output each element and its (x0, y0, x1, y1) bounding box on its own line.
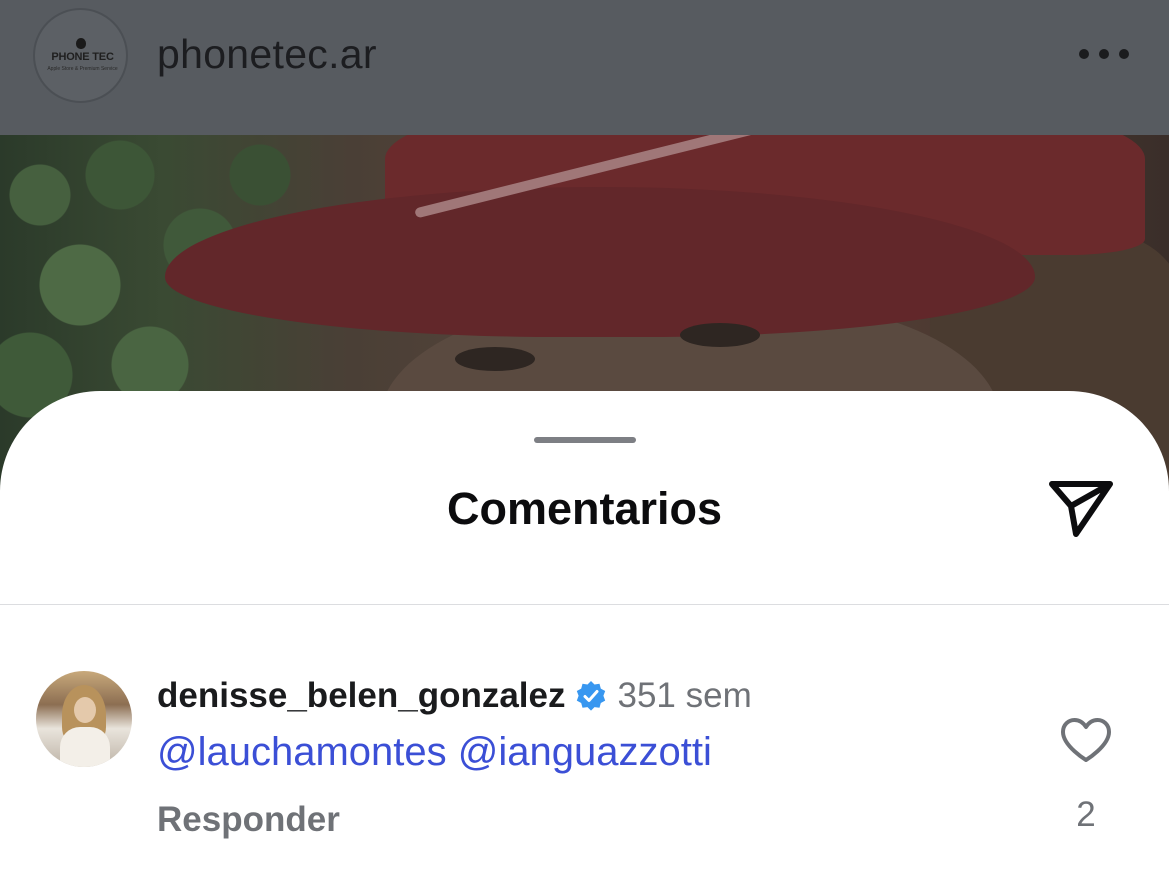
send-icon[interactable] (1046, 476, 1116, 540)
photo-eye (680, 323, 760, 347)
header-divider (0, 604, 1169, 605)
photo-eye (455, 347, 535, 371)
account-avatar[interactable]: PHONE TEC Apple Store & Premium Service (33, 8, 128, 103)
more-dot (1119, 49, 1129, 59)
account-name[interactable]: phonetec.ar (157, 31, 377, 78)
commenter-avatar[interactable] (36, 671, 132, 767)
apple-logo-icon (76, 38, 86, 49)
post-header: PHONE TEC Apple Store & Premium Service … (0, 0, 1169, 135)
like-heart-icon[interactable] (1059, 716, 1113, 764)
more-dot (1099, 49, 1109, 59)
avatar-face (74, 697, 96, 723)
screen: PHONE TEC Apple Store & Premium Service … (0, 0, 1169, 879)
comment-text[interactable]: @lauchamontes @ianguazzotti (157, 730, 712, 775)
avatar-brand-tagline: Apple Store & Premium Service (47, 66, 118, 72)
avatar-dress (60, 727, 110, 767)
verified-badge-icon (577, 681, 606, 711)
more-dot (1079, 49, 1089, 59)
sheet-grabber-handle[interactable] (534, 437, 636, 443)
comment-username[interactable]: denisse_belen_gonzalez (157, 676, 565, 716)
like-count: 2 (1076, 795, 1096, 834)
sheet-title: Comentarios (446, 483, 723, 534)
more-horizontal-icon[interactable] (1079, 47, 1129, 61)
comment-timestamp: 351 sem (617, 676, 752, 715)
avatar-brand-name: PHONE TEC (51, 51, 114, 63)
comment-meta-row: denisse_belen_gonzalez 351 sem (157, 674, 752, 718)
reply-button[interactable]: Responder (157, 800, 340, 840)
